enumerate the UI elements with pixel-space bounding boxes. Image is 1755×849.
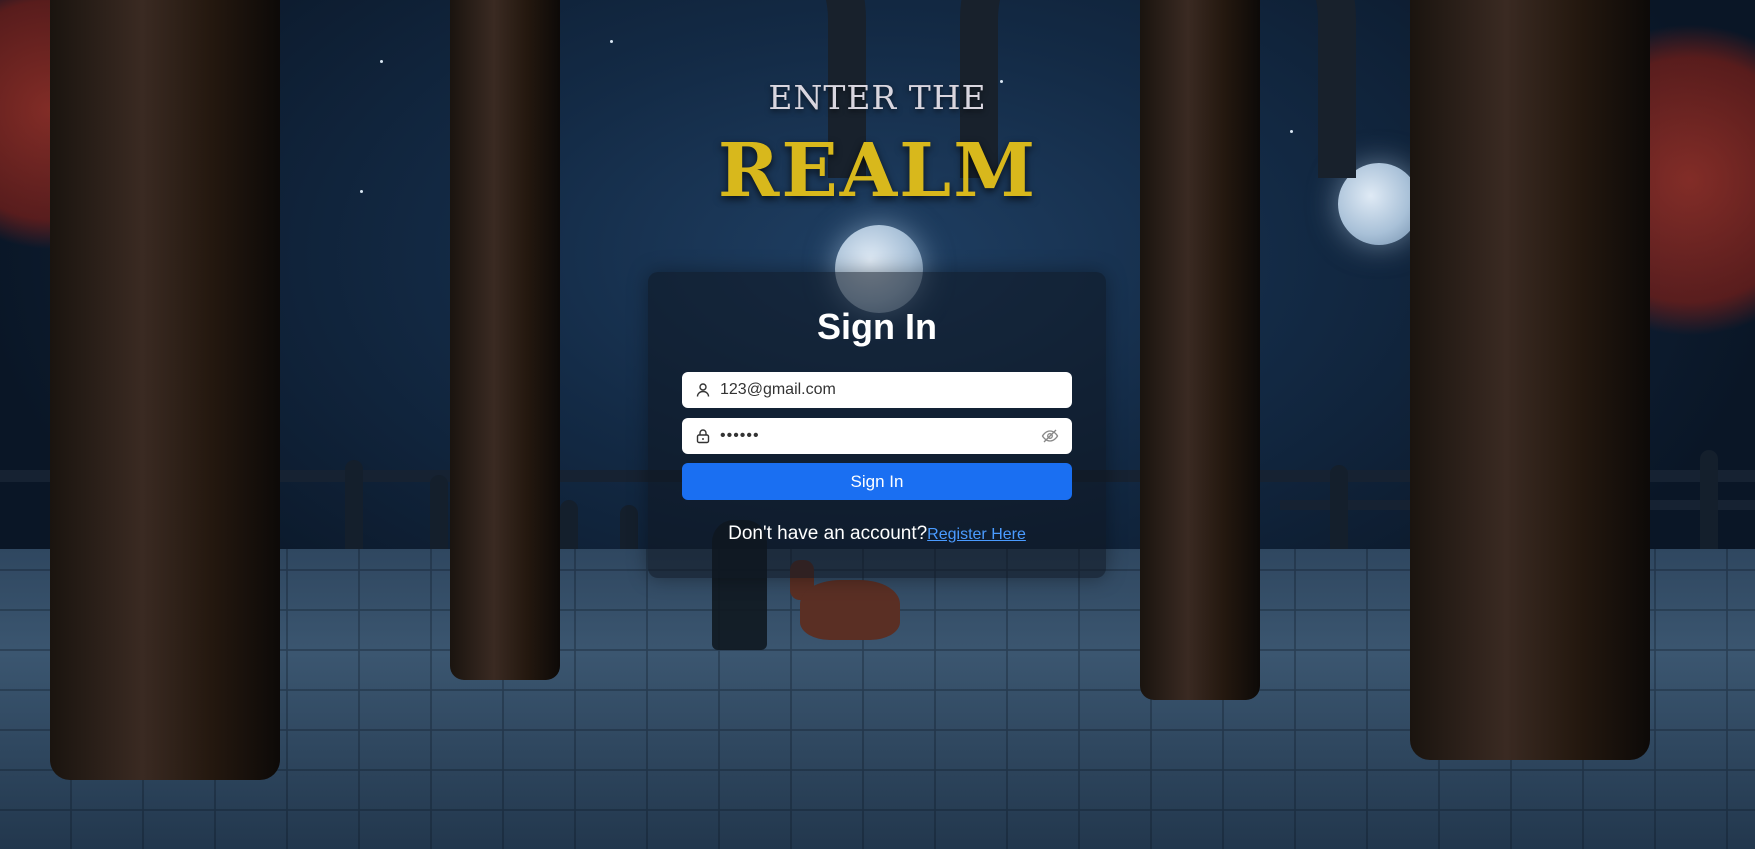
no-account-text: Don't have an account? bbox=[728, 523, 928, 544]
email-field[interactable] bbox=[682, 372, 1072, 408]
title-enter-the: ENTER THE bbox=[768, 78, 987, 117]
eye-slash-icon[interactable] bbox=[1040, 426, 1060, 446]
register-row: Don't have an account?Register Here bbox=[648, 523, 1106, 545]
signin-card: Sign In Sign In Don't bbox=[648, 272, 1106, 578]
title-realm: REALM bbox=[717, 128, 1038, 214]
star bbox=[380, 60, 383, 63]
user-icon bbox=[694, 381, 712, 399]
password-field[interactable] bbox=[682, 418, 1072, 454]
stone-pillar bbox=[50, 0, 280, 780]
email-input[interactable] bbox=[720, 372, 1060, 408]
lock-icon bbox=[694, 427, 712, 445]
register-link[interactable]: Register Here bbox=[927, 526, 1026, 543]
password-input[interactable] bbox=[720, 418, 1040, 454]
signin-button[interactable]: Sign In bbox=[682, 463, 1072, 500]
deer bbox=[800, 580, 900, 640]
signin-heading: Sign In bbox=[817, 306, 937, 347]
